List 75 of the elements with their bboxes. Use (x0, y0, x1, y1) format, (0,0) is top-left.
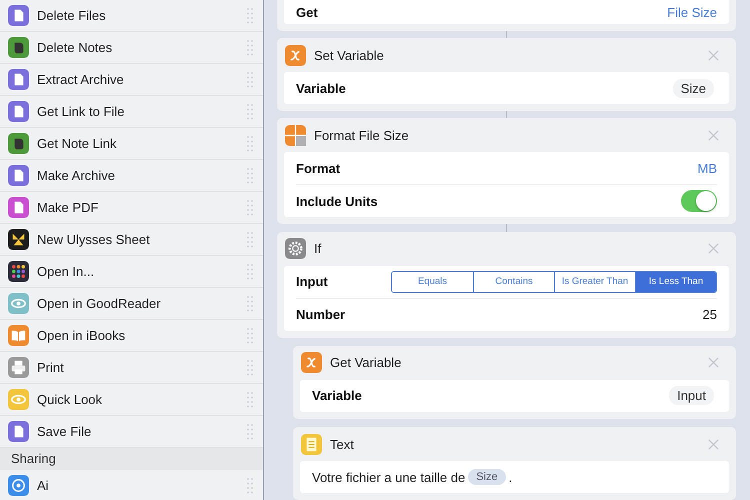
close-icon[interactable] (708, 438, 719, 450)
drag-handle-icon[interactable] (247, 264, 253, 280)
eye-icon (8, 293, 29, 314)
document-icon (8, 101, 29, 122)
close-icon[interactable] (708, 130, 719, 141)
action-list-item[interactable]: Open in GoodReader (0, 288, 263, 320)
action-list-item[interactable]: Get Note Link (0, 128, 263, 160)
drag-handle-icon[interactable] (247, 168, 253, 184)
document-icon (8, 165, 29, 186)
drag-handle-icon[interactable] (247, 200, 253, 216)
text-document-icon (301, 434, 322, 454)
document-icon (8, 69, 29, 90)
airdrop-icon (8, 475, 29, 496)
action-title: Text (330, 436, 355, 452)
parameter-label: Include Units (296, 194, 379, 209)
action-list-item[interactable]: Print (0, 352, 263, 384)
close-icon[interactable] (708, 243, 719, 254)
drag-handle-icon[interactable] (247, 8, 253, 24)
variable-token[interactable]: Input (669, 386, 714, 406)
book-icon (8, 325, 29, 346)
action-list-item[interactable]: New Ulysses Sheet (0, 224, 263, 256)
section-header: Sharing (0, 448, 263, 470)
segment-option[interactable]: Is Less Than (635, 272, 716, 292)
action-list-item[interactable]: Open In... (0, 256, 263, 288)
action-list-item[interactable]: Extract Archive (0, 64, 263, 96)
butterfly-icon (8, 229, 29, 250)
action-title: Set Variable (314, 48, 385, 63)
toggle-switch[interactable] (681, 190, 717, 212)
drag-handle-icon[interactable] (247, 104, 253, 120)
variable-icon (285, 44, 306, 66)
close-icon[interactable] (708, 50, 719, 61)
parameter-label: Variable (312, 388, 363, 404)
action-list-item[interactable]: Quick Look (0, 384, 263, 416)
drag-handle-icon[interactable] (247, 392, 253, 408)
action-title: Format File Size (314, 128, 410, 143)
parameter-label: Format (296, 160, 342, 176)
action-list-item[interactable]: Ai (0, 470, 263, 500)
parameter-value[interactable]: MB (698, 160, 717, 176)
action-title: Get Variable (330, 355, 402, 370)
calculator-icon (285, 124, 306, 146)
action-list-item[interactable]: Delete Files (0, 0, 263, 32)
action-list-item[interactable]: Make PDF (0, 192, 263, 224)
close-icon[interactable] (708, 357, 719, 368)
drag-handle-icon[interactable] (247, 40, 253, 56)
gear-icon (285, 238, 306, 260)
text-content: . (508, 470, 512, 484)
parameter-label: Number (296, 307, 346, 322)
parameter-label: Variable (296, 80, 347, 96)
eye-icon (8, 389, 29, 410)
action-title: If (314, 241, 322, 256)
pdf-document-icon (8, 197, 29, 218)
text-content: Votre fichier a une taille de (312, 470, 466, 484)
app-grid-icon (8, 261, 29, 282)
variable-icon (301, 352, 322, 374)
drag-handle-icon[interactable] (247, 328, 253, 344)
drag-handle-icon[interactable] (247, 232, 253, 248)
variable-token[interactable]: Size (468, 469, 506, 485)
variable-token[interactable]: Size (672, 78, 714, 98)
drag-handle-icon[interactable] (247, 360, 253, 376)
parameter-label: Input (296, 274, 329, 290)
action-list-item[interactable]: Delete Notes (0, 32, 263, 64)
drag-handle-icon[interactable] (247, 424, 253, 440)
drag-handle-icon[interactable] (247, 136, 253, 152)
parameter-label: Get (296, 4, 319, 20)
drag-handle-icon[interactable] (247, 72, 253, 88)
document-icon (8, 421, 29, 442)
drag-handle-icon[interactable] (247, 478, 253, 494)
parameter-value[interactable]: File Size (667, 4, 717, 20)
action-list-item[interactable]: Get Link to File (0, 96, 263, 128)
printer-icon (8, 357, 29, 378)
parameter-value[interactable]: 25 (702, 307, 717, 322)
document-icon (8, 5, 29, 26)
action-list-item[interactable]: Open in iBooks (0, 320, 263, 352)
drag-handle-icon[interactable] (247, 296, 253, 312)
action-list-item[interactable]: Make Archive (0, 160, 263, 192)
